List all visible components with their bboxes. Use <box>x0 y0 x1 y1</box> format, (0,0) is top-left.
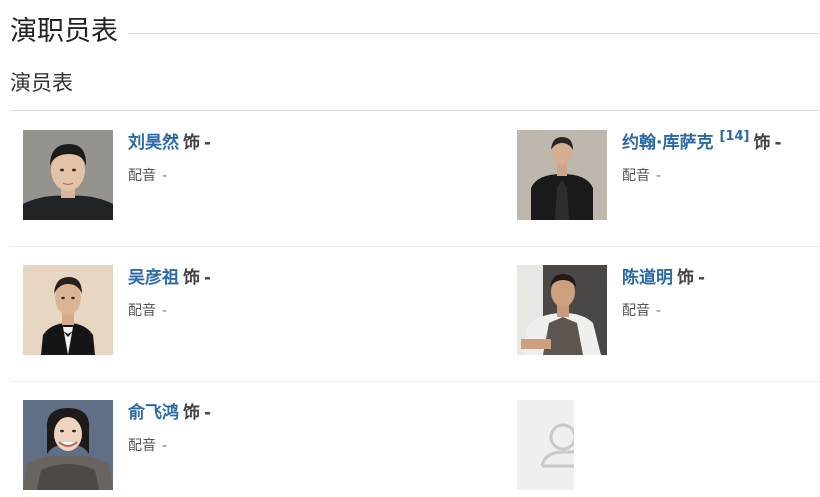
cast-page: 演职员表 演员表 刘昊然饰 - 配音 - 约翰·库萨克 [14] 饰 - 配音 … <box>0 0 820 497</box>
actor-name-link[interactable]: 陈道明 <box>622 268 673 288</box>
actor-photo[interactable] <box>23 400 113 490</box>
cast-info: 刘昊然饰 - 配音 - <box>128 130 211 186</box>
row-divider <box>10 246 820 247</box>
cast-card: 陈道明饰 - 配音 - <box>517 265 820 357</box>
portrait-photo-image <box>23 265 113 355</box>
actor-photo[interactable] <box>517 265 607 355</box>
cast-card: 俞飞鸿饰 - 配音 - <box>23 400 413 492</box>
voice-value: - <box>162 168 168 184</box>
cast-name-line: 陈道明饰 - <box>622 265 705 291</box>
as-label: 饰 <box>677 268 694 288</box>
avatar-placeholder-icon <box>517 400 574 490</box>
subsection-divider <box>10 110 820 111</box>
as-label: 饰 <box>183 403 200 423</box>
voice-line: 配音 - <box>622 166 782 186</box>
role-name: - <box>774 133 782 153</box>
role-name: - <box>698 268 706 288</box>
section-title: 演职员表 <box>10 16 118 47</box>
voice-label: 配音 <box>622 303 650 319</box>
cast-info: 约翰·库萨克 [14] 饰 - 配音 - <box>622 129 782 186</box>
reference-link[interactable]: [14] <box>719 129 749 144</box>
voice-line: 配音 - <box>622 301 705 321</box>
voice-value: - <box>162 303 168 319</box>
portrait-photo-image <box>23 400 113 490</box>
role-name: - <box>204 133 212 153</box>
cast-name-line: 刘昊然饰 - <box>128 130 211 156</box>
actor-photo[interactable] <box>23 130 113 220</box>
voice-line: 配音 - <box>128 436 211 456</box>
cast-card: 约翰·库萨克 [14] 饰 - 配音 - <box>517 129 820 222</box>
actor-name-link[interactable]: 吴彦祖 <box>128 268 179 288</box>
voice-line: 配音 - <box>128 301 211 321</box>
section-divider <box>128 32 820 34</box>
actor-name-link[interactable]: 俞飞鸿 <box>128 403 179 423</box>
voice-label: 配音 <box>128 438 156 454</box>
portrait-photo-image <box>517 265 607 355</box>
actor-photo[interactable] <box>517 130 607 220</box>
actor-name-link[interactable]: 刘昊然 <box>128 133 179 153</box>
cast-card <box>517 400 577 492</box>
cast-name-line: 约翰·库萨克 [14] 饰 - <box>622 129 782 156</box>
cast-card: 吴彦祖饰 - 配音 - <box>23 265 413 357</box>
role-name: - <box>204 403 212 423</box>
cast-info: 陈道明饰 - 配音 - <box>622 265 705 321</box>
cast-card: 刘昊然饰 - 配音 - <box>23 130 413 222</box>
actor-photo-placeholder[interactable] <box>517 400 574 490</box>
subsection-title: 演员表 <box>10 71 73 95</box>
voice-value: - <box>162 438 168 454</box>
role-name: - <box>204 268 212 288</box>
portrait-photo-image <box>517 130 607 220</box>
as-label: 饰 <box>183 133 200 153</box>
voice-label: 配音 <box>128 303 156 319</box>
voice-value: - <box>656 303 662 319</box>
voice-label: 配音 <box>128 168 156 184</box>
section-header: 演职员表 <box>10 12 820 52</box>
voice-label: 配音 <box>622 168 650 184</box>
row-divider <box>10 381 820 382</box>
as-label: 饰 <box>753 133 771 153</box>
voice-value: - <box>656 168 662 184</box>
as-label: 饰 <box>183 268 200 288</box>
actor-name-link[interactable]: 约翰·库萨克 <box>622 133 713 153</box>
cast-name-line: 俞飞鸿饰 - <box>128 400 211 426</box>
cast-info: 吴彦祖饰 - 配音 - <box>128 265 211 321</box>
cast-info: 俞飞鸿饰 - 配音 - <box>128 400 211 456</box>
cast-name-line: 吴彦祖饰 - <box>128 265 211 291</box>
voice-line: 配音 - <box>128 166 211 186</box>
actor-photo[interactable] <box>23 265 113 355</box>
portrait-photo-image <box>23 130 113 220</box>
